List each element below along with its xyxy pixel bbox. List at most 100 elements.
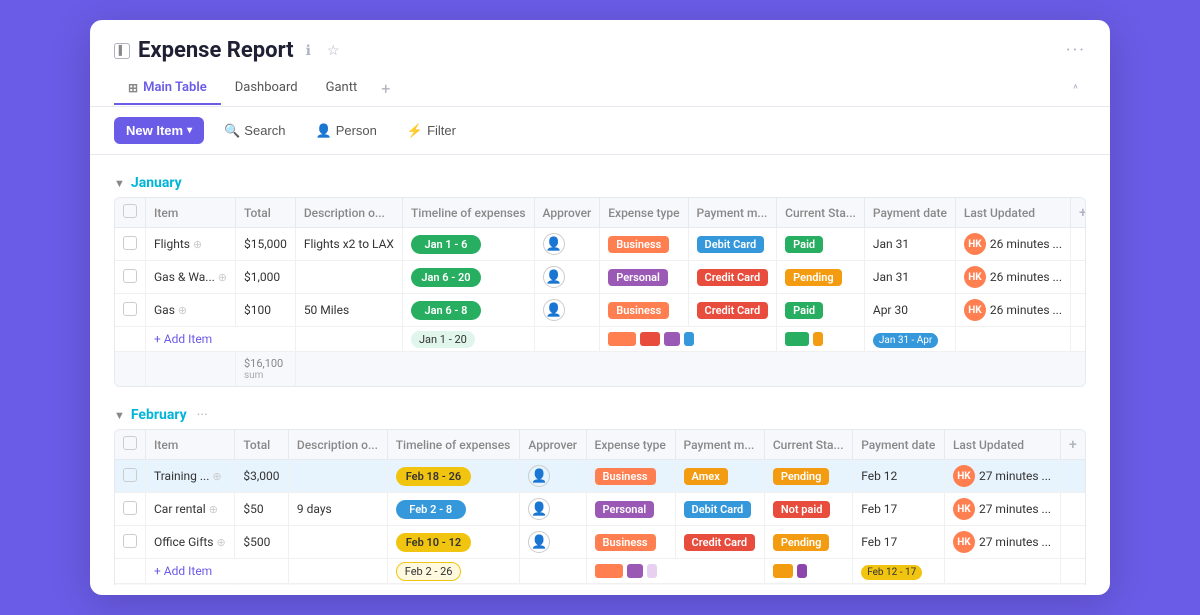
tabs-row: ⊞ Main Table Dashboard Gantt + ^ [114,71,1086,106]
new-item-button[interactable]: New Item ▾ [114,117,204,144]
add-row-icon[interactable]: ⊕ [178,304,187,317]
cell-last-updated: HK 26 minutes ... [955,294,1070,327]
cell-description [288,460,387,493]
filter-icon: ⚡ [407,123,423,139]
collapse-button[interactable]: ^ [1065,74,1086,104]
cell-timeline: Jan 6 - 20 [402,261,534,294]
cell-last-updated: HK 27 minutes ... [944,460,1060,493]
row-checkbox[interactable] [123,534,137,548]
add-tab-button[interactable]: + [371,71,400,106]
row-checkbox[interactable] [123,468,137,482]
add-row-icon[interactable]: ⊕ [212,470,221,483]
cell-approver: 👤 [534,261,600,294]
approver-avatar: 👤 [543,299,565,321]
add-item-label[interactable]: + Add Item [146,327,296,352]
cell-status: Paid [777,228,865,261]
cell-expense-type: Business [586,526,675,559]
cell-timeline: Feb 2 - 8 [387,493,520,526]
add-item-row[interactable]: + Add Item Jan 1 - 20 [115,327,1086,352]
cell-expense-type: Business [600,294,688,327]
approver-avatar: 👤 [528,531,550,553]
row-checkbox[interactable] [123,501,137,515]
cell-total: $3,000 [235,460,289,493]
add-row-icon[interactable]: ⊕ [218,271,227,284]
person-button[interactable]: 👤 Person [306,118,387,144]
search-icon: 🔍 [224,123,240,139]
cell-last-updated: HK 27 minutes ... [944,493,1060,526]
chevron-down-icon: ▼ [114,409,125,422]
table-row: Gas & Wa... ⊕ $1,000 Jan 6 - 20 👤 Person… [115,261,1086,294]
toolbar: New Item ▾ 🔍 Search 👤 Person ⚡ Filter [90,107,1110,155]
cell-payment-method: Credit Card [688,294,777,327]
row-checkbox[interactable] [123,269,137,283]
row-checkbox[interactable] [123,236,137,250]
select-all-checkbox[interactable] [123,436,137,450]
add-item-label[interactable]: + Add Item [146,559,289,584]
cell-description: 9 days [288,493,387,526]
cell-item[interactable]: Office Gifts ⊕ [146,526,235,559]
cell-approver: 👤 [520,526,586,559]
tab-gantt[interactable]: Gantt [312,72,372,105]
avatar: HK [964,299,986,321]
col-total: Total [235,430,289,460]
add-item-row[interactable]: + Add Item Feb 2 - 26 [115,559,1085,584]
col-payment-date: Payment date [864,198,955,228]
col-last-updated: Last Updated [944,430,1060,460]
table-row: Flights ⊕ $15,000 Flights x2 to LAX Jan … [115,228,1086,261]
col-status: Current Sta... [764,430,852,460]
row-checkbox[interactable] [123,302,137,316]
cell-item[interactable]: Gas ⊕ [146,294,236,327]
add-row-icon[interactable]: ⊕ [209,503,218,516]
approver-avatar: 👤 [528,498,550,520]
cell-item[interactable]: Training ... ⊕ [146,460,235,493]
add-column-button[interactable]: + [1079,205,1086,221]
cell-timeline: Jan 1 - 6 [402,228,534,261]
add-row-icon[interactable]: ⊕ [216,536,225,549]
cell-item[interactable]: Flights ⊕ [146,228,236,261]
col-timeline: Timeline of expenses [402,198,534,228]
group-january-header[interactable]: ▼ January [114,171,1086,197]
cell-last-updated: HK 27 minutes ... [944,526,1060,559]
info-icon[interactable]: ℹ [302,41,315,61]
cell-item[interactable]: Gas & Wa... ⊕ [146,261,236,294]
cell-description: 50 Miles [295,294,402,327]
approver-avatar: 👤 [528,465,550,487]
january-table: Item Total Description o... Timeline of … [114,197,1086,387]
content-area: ▼ January Item Total Description o... Ti… [90,155,1110,585]
app-container: ▌ Expense Report ℹ ☆ ··· ⊞ Main Table Da… [90,20,1110,595]
sidebar-toggle[interactable]: ▌ [114,43,130,59]
cell-payment-date: Feb 17 [853,526,945,559]
cell-status: Pending [764,460,852,493]
group-february: ▼ February ··· Item Total Description o.… [114,403,1086,585]
group-more-button[interactable]: ··· [193,407,212,423]
tab-main-table[interactable]: ⊞ Main Table [114,72,221,105]
add-column-button[interactable]: + [1069,437,1077,453]
cell-sum-total: $3,550sum [235,584,289,586]
person-icon: 👤 [316,123,332,139]
cell-approver: 👤 [520,460,586,493]
more-options-button[interactable]: ··· [1066,40,1086,61]
cell-payment-method: Credit Card [675,526,764,559]
cell-expense-type: Business [586,460,675,493]
star-icon[interactable]: ☆ [323,41,344,61]
cell-status: Pending [764,526,852,559]
col-item: Item [146,430,235,460]
cell-status: Not paid [764,493,852,526]
add-row-icon[interactable]: ⊕ [193,238,202,251]
search-button[interactable]: 🔍 Search [214,118,295,144]
cell-payment-date: Apr 30 [864,294,955,327]
group-february-header[interactable]: ▼ February ··· [114,403,1086,429]
cell-item[interactable]: Car rental ⊕ [146,493,235,526]
tab-dashboard[interactable]: Dashboard [221,72,312,105]
cell-status: Pending [777,261,865,294]
cell-description [295,261,402,294]
select-all-checkbox[interactable] [123,204,137,218]
table-row: Office Gifts ⊕ $500 Feb 10 - 12 👤 Busine… [115,526,1085,559]
col-payment-method: Payment m... [675,430,764,460]
cell-payment-method: Amex [675,460,764,493]
cell-expense-type: Personal [586,493,675,526]
filter-button[interactable]: ⚡ Filter [397,118,466,144]
cell-payment-date: Jan 31 [864,228,955,261]
col-timeline: Timeline of expenses [387,430,520,460]
cell-payment-method: Credit Card [688,261,777,294]
